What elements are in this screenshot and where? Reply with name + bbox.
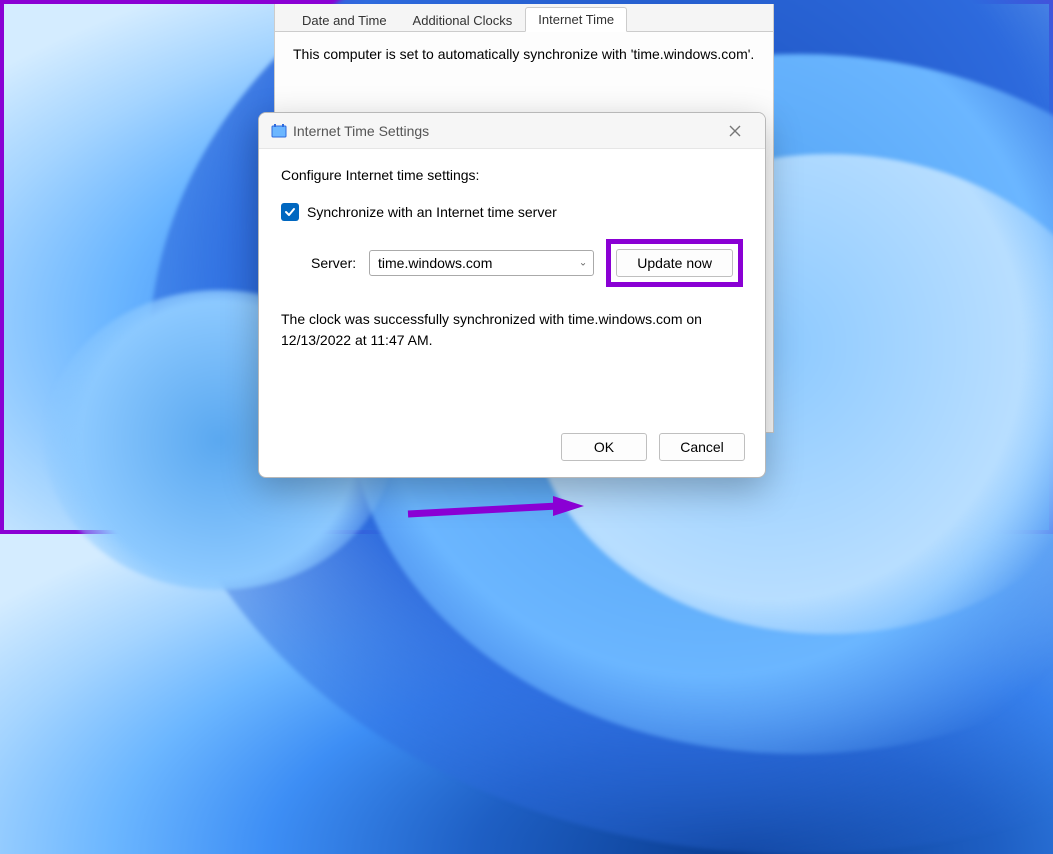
server-select-value: time.windows.com: [378, 255, 492, 271]
close-button[interactable]: [715, 116, 755, 146]
tab-internet-time[interactable]: Internet Time: [525, 7, 627, 32]
time-settings-icon: [271, 123, 287, 139]
sync-description: This computer is set to automatically sy…: [293, 46, 755, 62]
sync-checkbox-label: Synchronize with an Internet time server: [307, 204, 557, 220]
sync-checkbox[interactable]: [281, 203, 299, 221]
configure-label: Configure Internet time settings:: [281, 167, 743, 183]
ok-button[interactable]: OK: [561, 433, 647, 461]
internet-time-settings-dialog: Internet Time Settings Configure Interne…: [258, 112, 766, 478]
server-label: Server:: [311, 255, 369, 271]
dialog-title-text: Internet Time Settings: [293, 123, 715, 139]
tab-strip: Date and Time Additional Clocks Internet…: [275, 4, 773, 32]
server-select[interactable]: time.windows.com ⌄: [369, 250, 594, 276]
sync-status-text: The clock was successfully synchronized …: [281, 309, 743, 351]
tab-additional-clocks[interactable]: Additional Clocks: [400, 8, 526, 32]
tab-date-and-time[interactable]: Date and Time: [289, 8, 400, 32]
dialog-titlebar: Internet Time Settings: [259, 113, 765, 149]
update-now-highlight: Update now: [606, 239, 743, 287]
chevron-down-icon: ⌄: [579, 258, 587, 269]
update-now-button[interactable]: Update now: [616, 249, 733, 277]
cancel-button[interactable]: Cancel: [659, 433, 745, 461]
